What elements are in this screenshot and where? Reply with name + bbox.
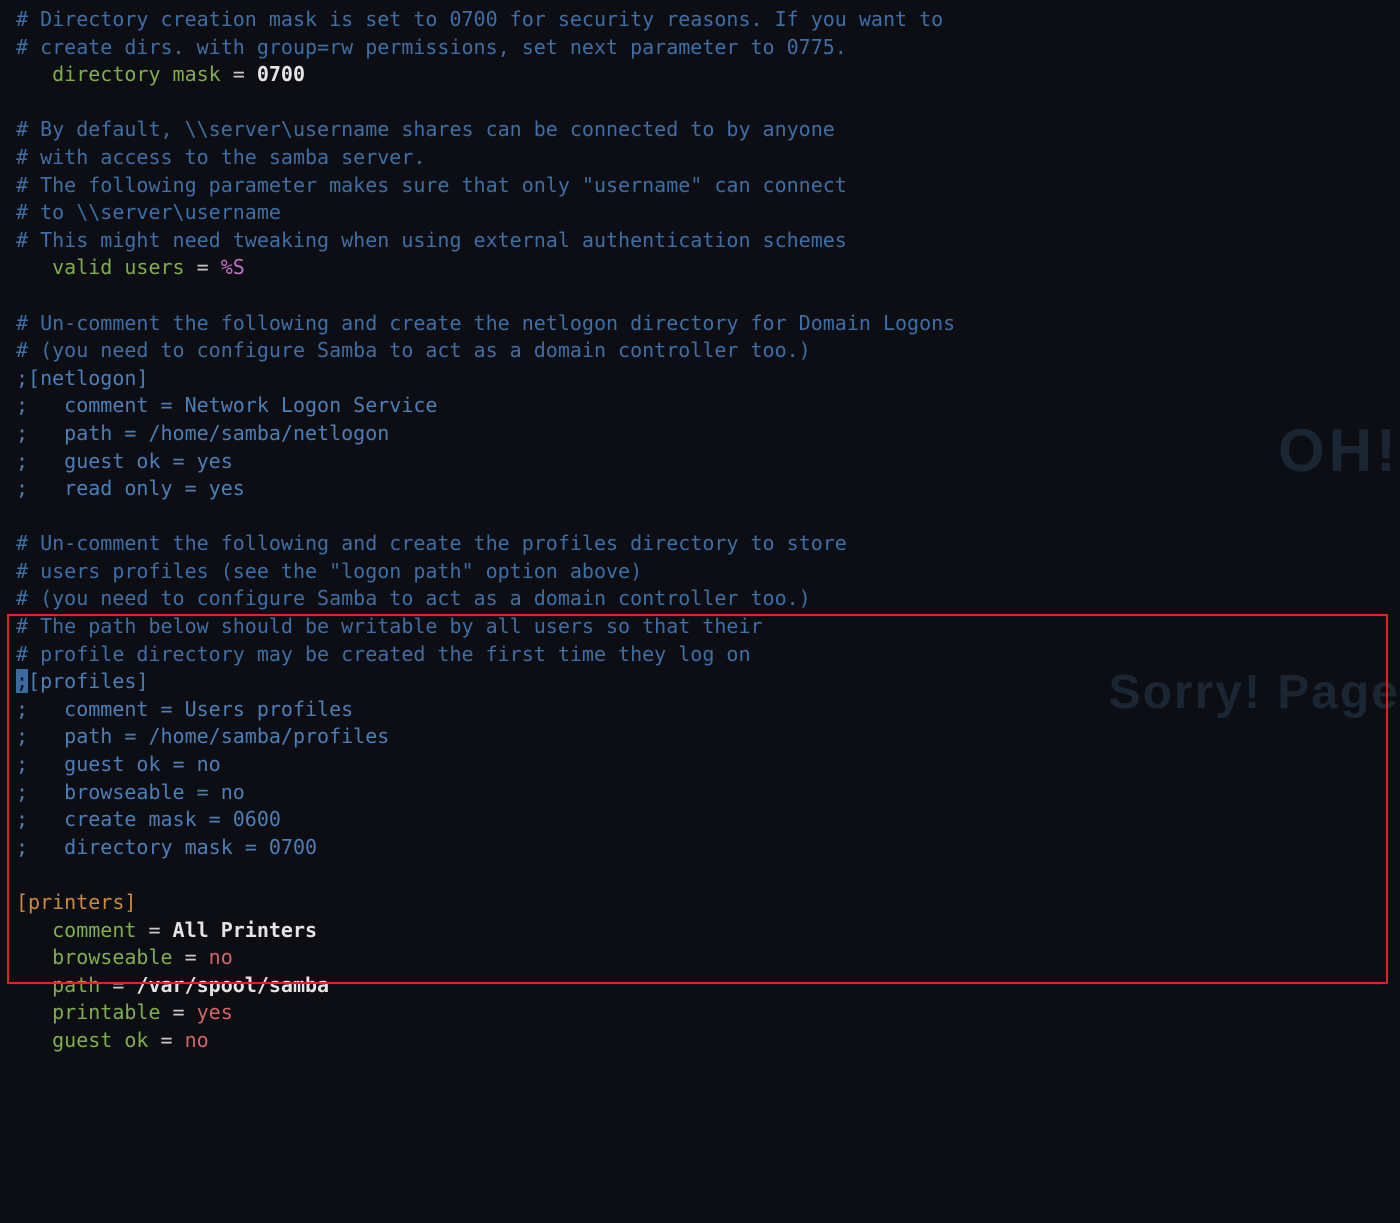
semicolon: ; — [16, 421, 64, 445]
semicolon: ; — [16, 697, 64, 721]
key-path: path — [52, 973, 100, 997]
equals: = — [185, 780, 221, 804]
equals: = — [148, 393, 184, 417]
disabled-value: 0700 — [269, 835, 317, 859]
disabled-key: create mask — [64, 807, 196, 831]
value-printable: yes — [197, 1000, 233, 1024]
comment-line: # This might need tweaking when using ex… — [16, 228, 847, 252]
key-browseable: browseable — [52, 945, 172, 969]
semicolon: ; — [16, 366, 28, 390]
disabled-key: guest ok — [64, 752, 160, 776]
disabled-value: Users profiles — [185, 697, 354, 721]
disabled-value: 0600 — [233, 807, 281, 831]
equals: = — [100, 973, 136, 997]
comment-line: # (you need to configure Samba to act as… — [16, 338, 811, 362]
comment-line: # By default, \\server\username shares c… — [16, 117, 835, 141]
value-guest-ok: no — [185, 1028, 209, 1052]
key-printable: printable — [52, 1000, 160, 1024]
disabled-value: no — [221, 780, 245, 804]
comment-line: # profile directory may be created the f… — [16, 642, 751, 666]
text-cursor: ; — [16, 669, 28, 693]
key-comment: comment — [52, 918, 136, 942]
comment-line: # Un-comment the following and create th… — [16, 531, 847, 555]
disabled-key: read only — [64, 476, 172, 500]
value-valid-users: %S — [221, 255, 245, 279]
semicolon: ; — [16, 393, 64, 417]
netlogon-section-disabled: [netlogon] — [28, 366, 148, 390]
equals: = — [233, 835, 269, 859]
equals: = — [197, 807, 233, 831]
equals: = — [136, 918, 172, 942]
comment-line: # create dirs. with group=rw permissions… — [16, 35, 847, 59]
disabled-key: comment — [64, 697, 148, 721]
value-directory-mask: 0700 — [257, 62, 305, 86]
watermark-oh: OH! — [1278, 410, 1400, 493]
disabled-value: no — [197, 752, 221, 776]
editor-content[interactable]: OH! Sorry! Page # Directory creation mask … — [0, 0, 1400, 1065]
equals: = — [185, 255, 221, 279]
semicolon: ; — [16, 780, 64, 804]
equals: = — [148, 697, 184, 721]
disabled-key: comment — [64, 393, 148, 417]
disabled-key: path — [64, 421, 112, 445]
semicolon: ; — [16, 835, 64, 859]
disabled-key: guest ok — [64, 449, 160, 473]
comment-line: # (you need to configure Samba to act as… — [16, 586, 811, 610]
comment-line: # with access to the samba server. — [16, 145, 425, 169]
equals: = — [112, 724, 148, 748]
equals: = — [148, 1028, 184, 1052]
disabled-value: yes — [197, 449, 233, 473]
key-guest-ok: guest ok — [52, 1028, 148, 1052]
equals: = — [221, 62, 257, 86]
value-path: /var/spool/samba — [136, 973, 329, 997]
disabled-value: Network Logon Service — [185, 393, 438, 417]
value-comment: All Printers — [173, 918, 318, 942]
semicolon: ; — [16, 449, 64, 473]
disabled-value: /home/samba/netlogon — [148, 421, 389, 445]
semicolon: ; — [16, 724, 64, 748]
equals: = — [173, 945, 209, 969]
disabled-key: path — [64, 724, 112, 748]
equals: = — [161, 449, 197, 473]
disabled-key: directory mask — [64, 835, 233, 859]
equals: = — [161, 1000, 197, 1024]
profiles-section-disabled: [profiles] — [28, 669, 148, 693]
disabled-value: /home/samba/profiles — [148, 724, 389, 748]
semicolon: ; — [16, 476, 64, 500]
comment-line: # Un-comment the following and create th… — [16, 311, 955, 335]
semicolon: ; — [16, 807, 64, 831]
key-valid-users: valid users — [52, 255, 184, 279]
comment-line: # The path below should be writable by a… — [16, 614, 763, 638]
key-directory-mask: directory mask — [52, 62, 221, 86]
disabled-value: yes — [209, 476, 245, 500]
comment-line: # to \\server\username — [16, 200, 281, 224]
watermark-sorry: Sorry! Page — [1109, 660, 1400, 726]
equals: = — [161, 752, 197, 776]
printers-section: [printers] — [16, 890, 136, 914]
semicolon: ; — [16, 752, 64, 776]
equals: = — [112, 421, 148, 445]
equals: = — [173, 476, 209, 500]
value-browseable: no — [209, 945, 233, 969]
comment-line: # users profiles (see the "logon path" o… — [16, 559, 642, 583]
comment-line: # The following parameter makes sure tha… — [16, 173, 847, 197]
comment-line: # Directory creation mask is set to 0700… — [16, 7, 943, 31]
disabled-key: browseable — [64, 780, 184, 804]
